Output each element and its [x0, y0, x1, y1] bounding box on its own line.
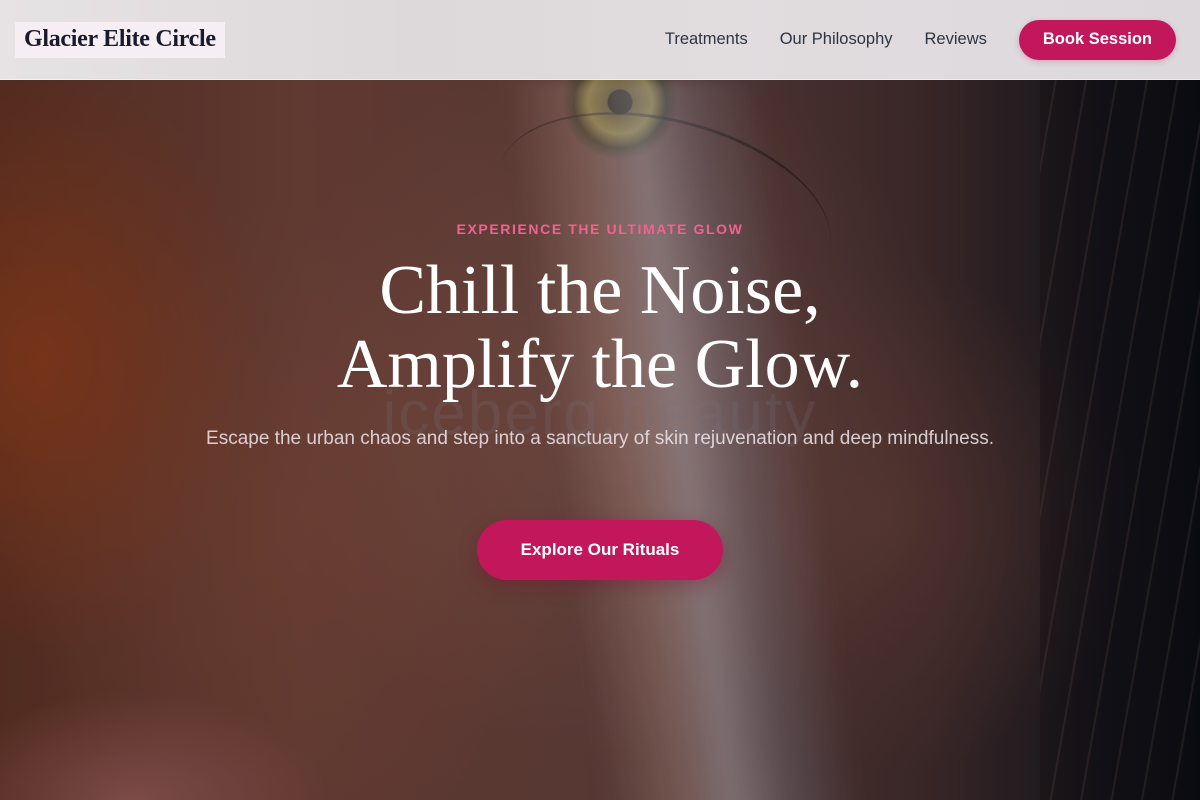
hero-eyebrow: EXPERIENCE THE ULTIMATE GLOW [456, 221, 744, 237]
hero-headline: Chill the Noise, Amplify the Glow. [0, 254, 1200, 402]
explore-rituals-button[interactable]: Explore Our Rituals [477, 520, 723, 580]
nav-link-treatments[interactable]: Treatments [665, 30, 748, 49]
hero-subtitle: Escape the urban chaos and step into a s… [206, 428, 994, 449]
hero-section: iceberg.beauty EXPERIENCE THE ULTIMATE G… [0, 0, 1200, 800]
top-navigation: Glacier Elite Circle Treatments Our Phil… [0, 0, 1200, 80]
book-session-button[interactable]: Book Session [1018, 19, 1176, 60]
hero-headline-line-1: Chill the Noise, [379, 252, 821, 329]
nav-link-our-philosophy[interactable]: Our Philosophy [780, 30, 893, 49]
brand-logo[interactable]: Glacier Elite Circle [15, 21, 225, 58]
nav-links: Treatments Our Philosophy Reviews Book S… [665, 19, 1176, 60]
nav-link-reviews[interactable]: Reviews [925, 30, 987, 49]
hero-headline-line-2: Amplify the Glow. [336, 326, 864, 403]
